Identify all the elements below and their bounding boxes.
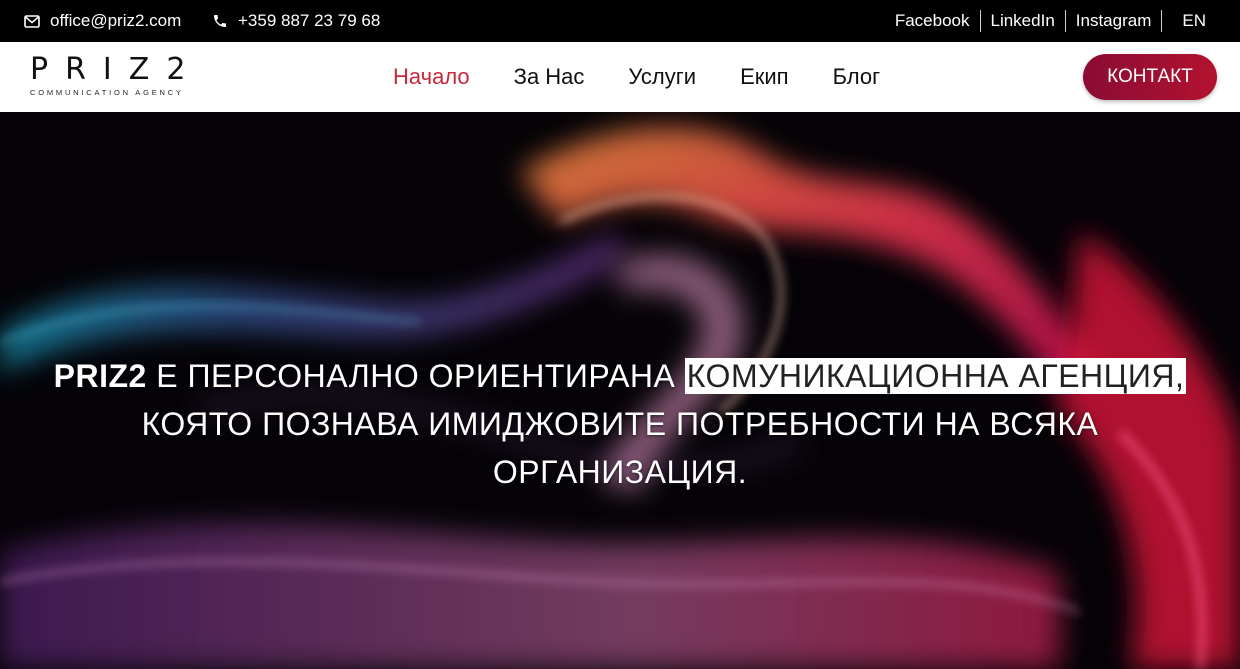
logo-wordmark: PRIZ2 xyxy=(30,52,203,87)
instagram-link[interactable]: Instagram xyxy=(1066,10,1163,32)
logo[interactable]: PRIZ2 COMMUNICATION AGENCY xyxy=(30,54,220,102)
hero-line-1: PRIZ2 Е ПЕРСОНАЛНО ОРИЕНТИРАНА КОМУНИКАЦ… xyxy=(0,352,1240,400)
hero-section: PRIZ2 Е ПЕРСОНАЛНО ОРИЕНТИРАНА КОМУНИКАЦ… xyxy=(0,112,1240,669)
main-nav: Начало За Нас Услуги Екип Блог xyxy=(393,42,924,112)
hero-line-3: ОРГАНИЗАЦИЯ. xyxy=(492,454,748,490)
nav-item-blog[interactable]: Блог xyxy=(833,64,881,90)
logo-tagline: COMMUNICATION AGENCY xyxy=(30,88,184,97)
hero-highlight: КОМУНИКАЦИОННА АГЕНЦИЯ, xyxy=(684,358,1187,394)
contact-button[interactable]: КОНТАКТ xyxy=(1083,54,1217,100)
linkedin-link[interactable]: LinkedIn xyxy=(981,10,1066,32)
nav-item-team[interactable]: Екип xyxy=(740,64,789,90)
nav-item-about[interactable]: За Нас xyxy=(514,64,585,90)
hero-brand: PRIZ2 xyxy=(53,358,147,394)
phone-contact[interactable]: +359 887 23 79 68 xyxy=(212,0,380,42)
language-switch[interactable]: EN xyxy=(1162,10,1240,32)
email-text[interactable]: office@priz2.com xyxy=(50,11,181,31)
hero-text-before: Е ПЕРСОНАЛНО ОРИЕНТИРАНА xyxy=(146,358,685,394)
hero-headline: PRIZ2 Е ПЕРСОНАЛНО ОРИЕНТИРАНА КОМУНИКАЦ… xyxy=(0,352,1240,496)
facebook-link[interactable]: Facebook xyxy=(885,10,981,32)
phone-icon xyxy=(214,15,226,27)
envelope-icon xyxy=(24,14,40,28)
site-header: PRIZ2 COMMUNICATION AGENCY Начало За Нас… xyxy=(0,42,1240,112)
top-bar: office@priz2.com +359 887 23 79 68 Faceb… xyxy=(0,0,1240,42)
email-contact[interactable]: office@priz2.com xyxy=(24,0,181,42)
social-links: Facebook LinkedIn Instagram EN xyxy=(885,0,1240,42)
nav-item-home[interactable]: Начало xyxy=(393,64,470,90)
nav-item-services[interactable]: Услуги xyxy=(628,64,696,90)
phone-text[interactable]: +359 887 23 79 68 xyxy=(238,11,380,31)
hero-line-2: КОЯТО ПОЗНАВА ИМИДЖОВИТЕ ПОТРЕБНОСТИ НА … xyxy=(141,406,1099,442)
